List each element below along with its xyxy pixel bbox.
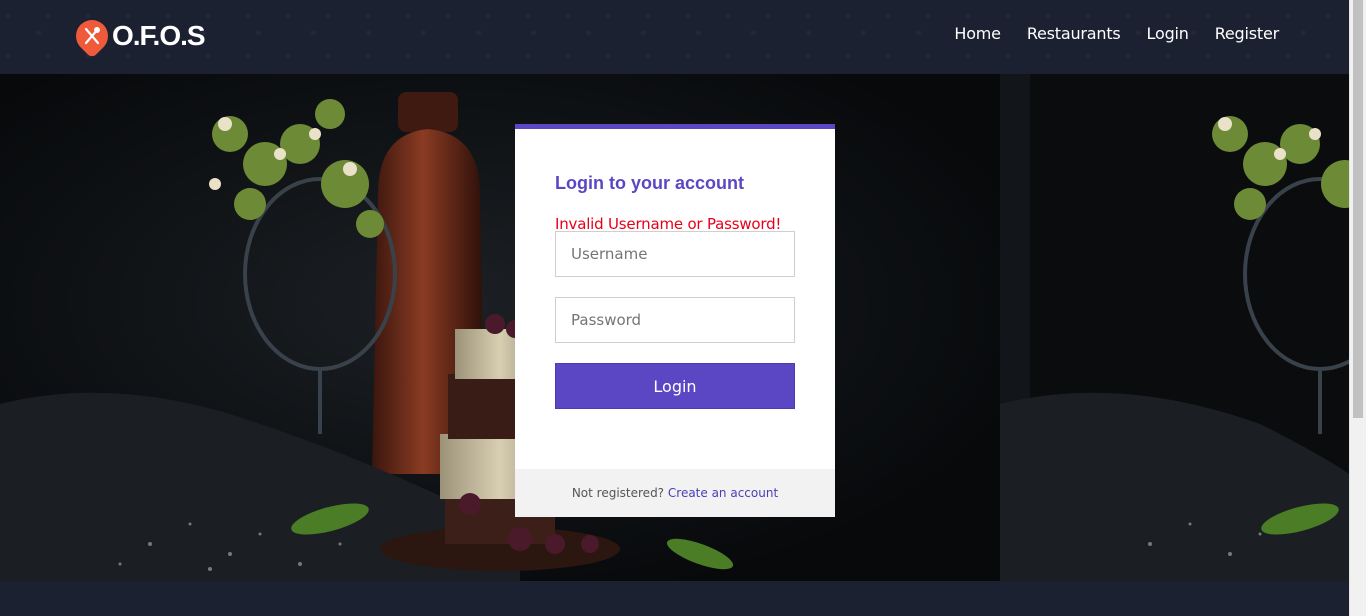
nav-link-register[interactable]: Register bbox=[1215, 24, 1279, 43]
site-header: O.F.O.S Home Restaurants Login Register bbox=[0, 0, 1349, 74]
login-title: Login to your account bbox=[555, 173, 744, 193]
food-photo-repeat bbox=[1000, 74, 1349, 581]
main-nav: Home Restaurants Login Register bbox=[954, 24, 1279, 43]
nav-link-login[interactable]: Login bbox=[1147, 24, 1189, 43]
brand-logo[interactable]: O.F.O.S bbox=[69, 13, 206, 59]
nav-link-home[interactable]: Home bbox=[954, 24, 1001, 43]
nav-link-restaurants[interactable]: Restaurants bbox=[1027, 24, 1121, 43]
cutlery-icon bbox=[69, 13, 115, 59]
footer-band bbox=[0, 581, 1349, 616]
username-input[interactable] bbox=[555, 231, 795, 277]
login-card: Login to your account Invalid Username o… bbox=[515, 124, 835, 517]
password-input[interactable] bbox=[555, 297, 795, 343]
register-prompt: Not registered? Create an account bbox=[515, 469, 835, 517]
food-photo bbox=[0, 74, 1000, 581]
page-scrollbar[interactable] bbox=[1349, 0, 1366, 616]
scrollbar-thumb[interactable] bbox=[1353, 0, 1363, 418]
register-prompt-text: Not registered? bbox=[571, 486, 665, 500]
brand-name: O.F.O.S bbox=[112, 20, 206, 51]
create-account-link[interactable]: Create an account bbox=[668, 486, 778, 500]
login-button[interactable]: Login bbox=[555, 363, 795, 409]
